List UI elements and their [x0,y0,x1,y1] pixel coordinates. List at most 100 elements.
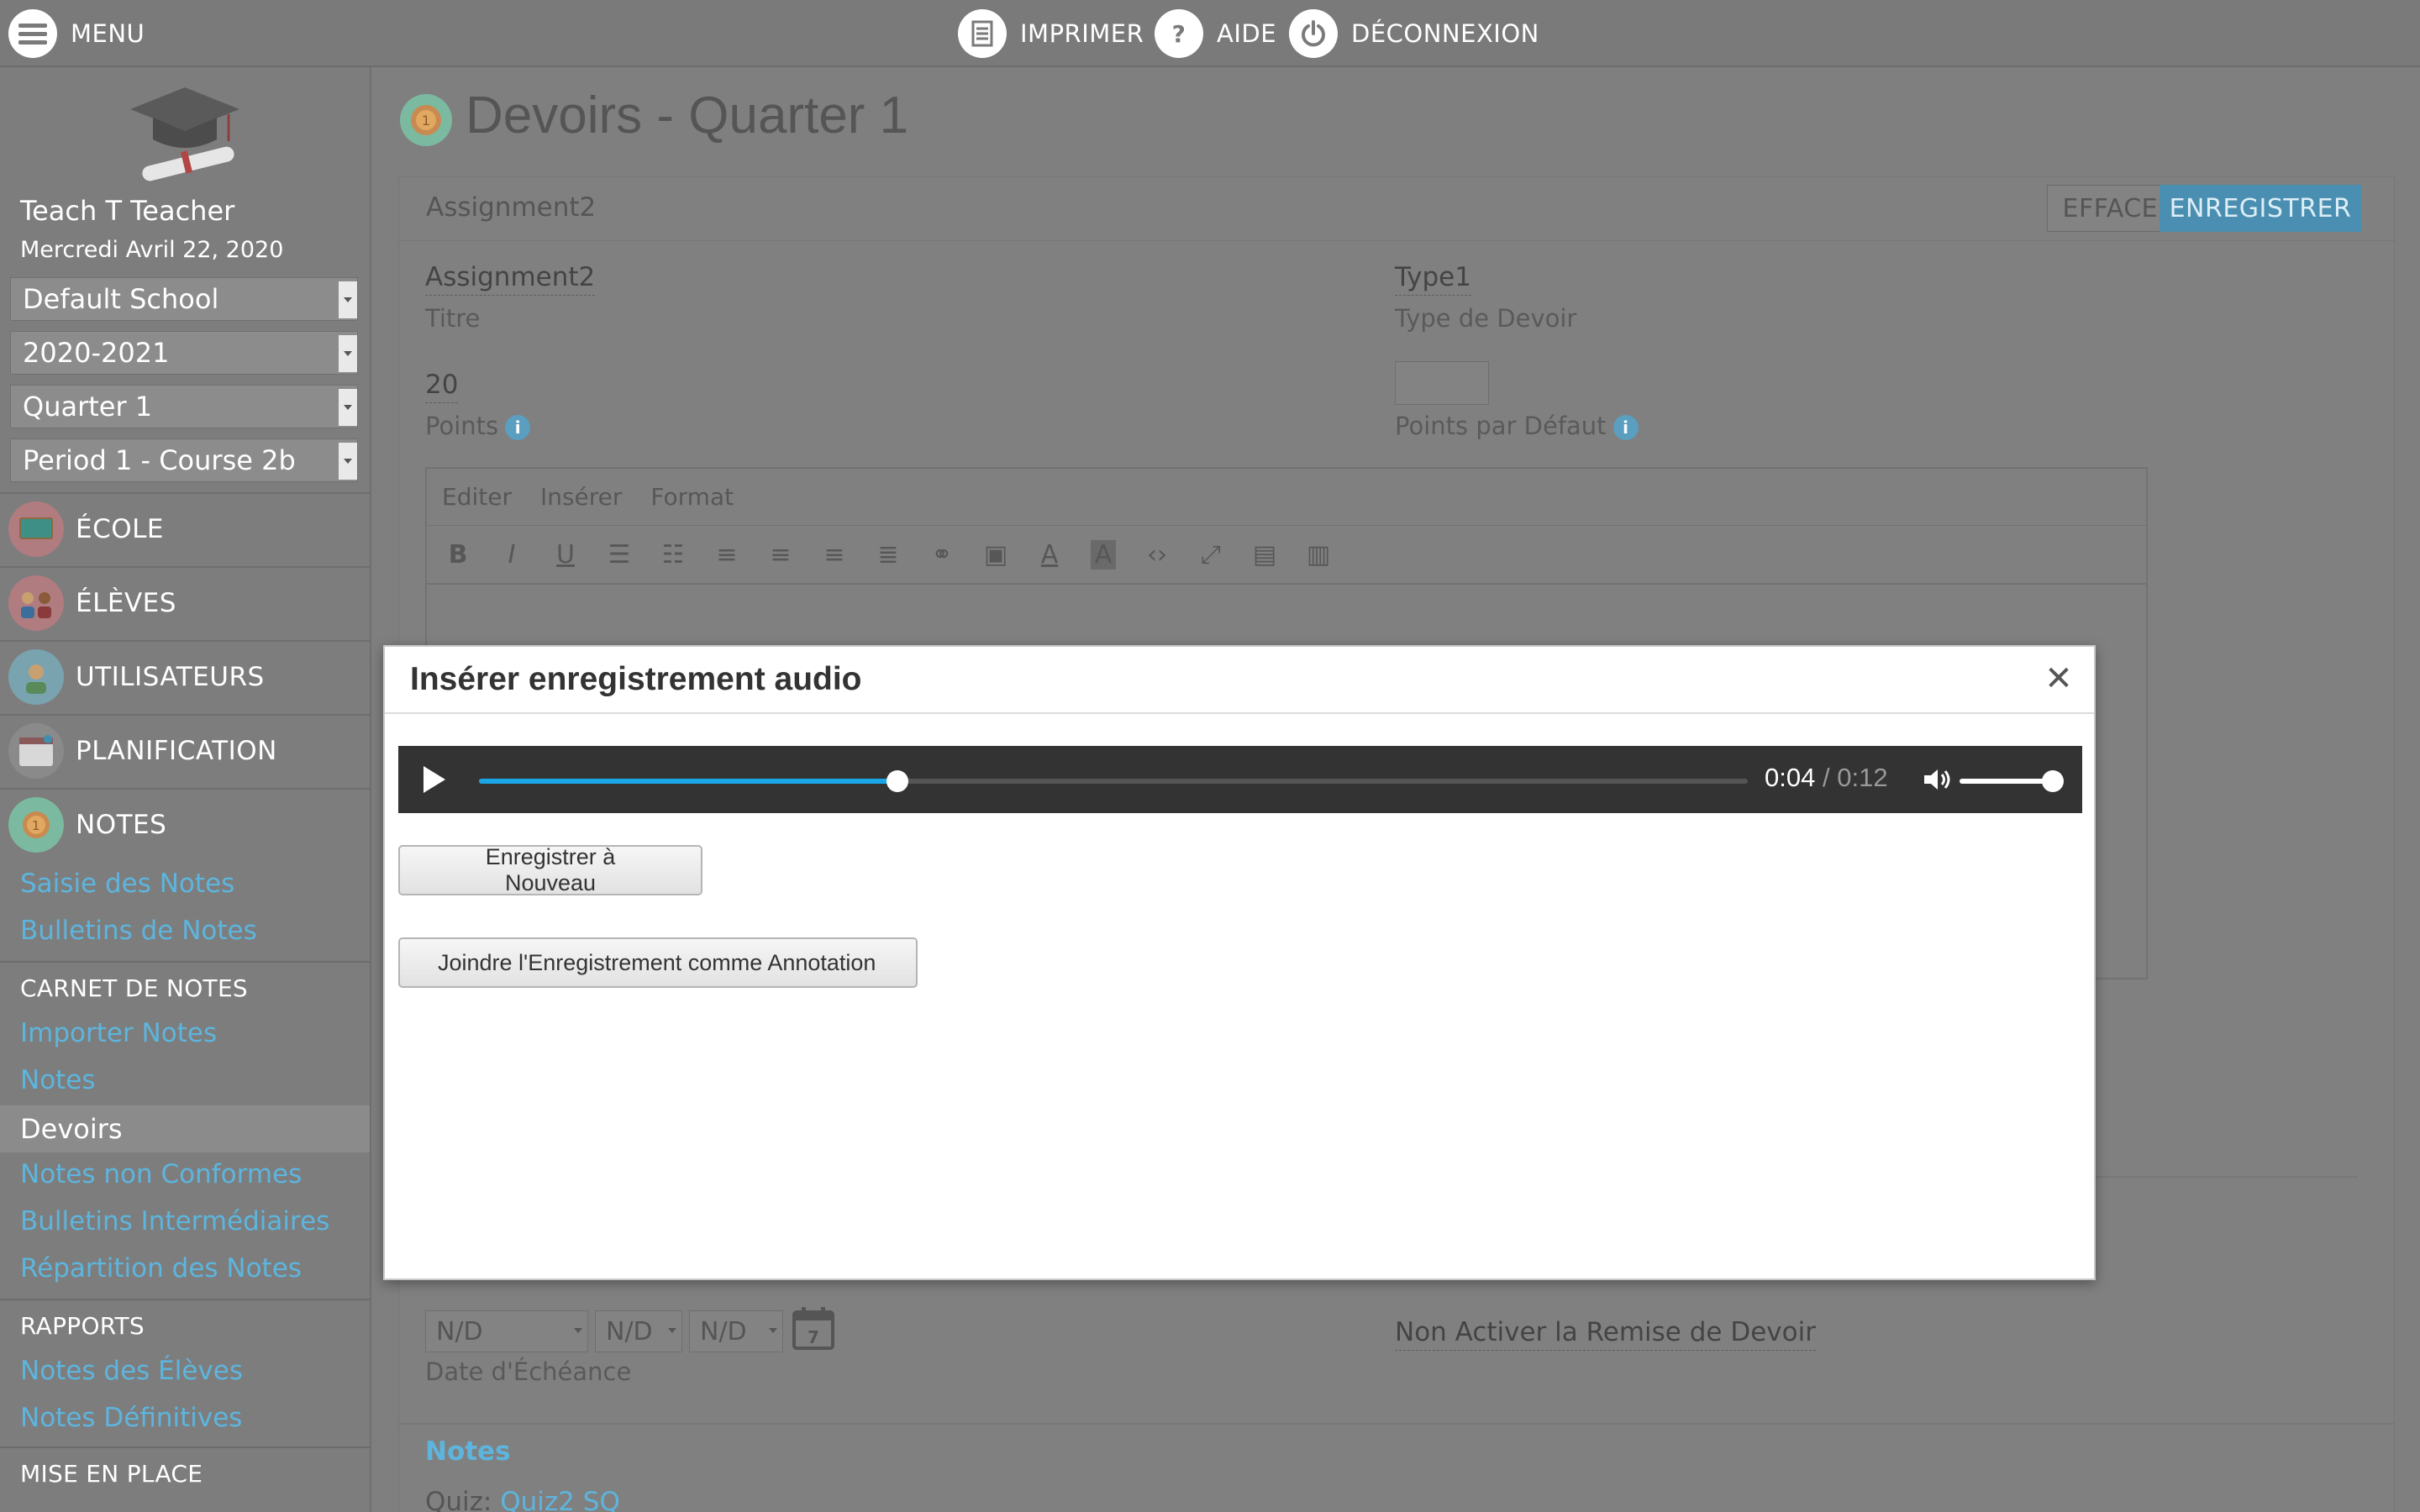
assignments-link-active[interactable]: Devoirs [0,1105,370,1152]
due-month-select[interactable]: N/D [425,1310,588,1352]
duration: 0:12 [1837,763,1888,792]
title-value[interactable]: Assignment2 [425,262,596,296]
period-select[interactable]: Period 1 - Course 2b [10,438,358,482]
print-label: IMPRIMER [1020,19,1144,48]
text-color-icon[interactable]: A [1037,540,1062,570]
sidebar: Teach T Teacher Mercredi Avril 22, 2020 … [0,67,371,1512]
nav-item-planning[interactable]: PLANIFICATION [0,714,370,786]
quiz-link[interactable]: Quiz2 SQ [500,1487,620,1512]
record-again-button[interactable]: Enregistrer à Nouveau [398,844,702,895]
info-icon[interactable]: i [1612,415,1639,440]
print-button[interactable]: IMPRIMER [958,0,1144,67]
progress-reports-link[interactable]: Bulletins Intermédiaires [20,1206,329,1236]
fullscreen-icon[interactable]: ⤢ [1198,540,1223,570]
top-bar: MENU IMPRIMER ? AIDE DÉCONNEXION [0,0,2420,67]
svg-text:1: 1 [422,113,430,129]
code-icon[interactable]: ‹› [1144,540,1170,570]
points-value[interactable]: 20 [425,370,459,403]
align-left-icon[interactable]: ≡ [714,540,739,570]
logout-button[interactable]: DÉCONNEXION [1289,0,1539,67]
default-points-label: Points par Défaut [1395,412,1607,440]
audio-seek-bar[interactable] [479,770,1748,792]
grades-link[interactable]: Notes [20,1065,96,1095]
menu-button[interactable]: MENU [8,0,145,67]
editor-menu-insert[interactable]: Insérer [540,483,622,511]
volume-handle[interactable] [2042,770,2064,792]
submission-toggle[interactable]: Non Activer la Remise de Devoir [1395,1317,1816,1351]
current-time: 0:04 [1765,763,1816,792]
bullet-list-icon[interactable]: ☰ [607,540,632,570]
nav-item-grades[interactable]: 1 NOTES [0,788,370,860]
underline-icon[interactable]: U [553,540,578,570]
insert-audio-icon[interactable]: ▤ [1252,540,1277,570]
calendar-icon [8,723,64,779]
default-points-label-row: Points par Défaut i [1395,412,1639,440]
default-points-input[interactable] [1395,361,1489,405]
medal-icon: 1 [400,94,452,146]
year-select[interactable]: 2020-2021 [10,331,358,375]
grade-entry-link[interactable]: Saisie des Notes [20,869,234,899]
image-icon[interactable]: ▣ [983,540,1008,570]
points-label-row: Points i [425,412,531,440]
notes-section-heading: Notes [425,1436,511,1467]
volume-icon[interactable] [1923,766,1953,796]
due-date-label: Date d'Échéance [425,1357,632,1386]
editor-menu-edit[interactable]: Editer [442,483,512,511]
close-icon[interactable]: ✕ [2042,662,2075,696]
due-year-select[interactable]: N/D [689,1310,783,1352]
seek-handle[interactable] [886,770,909,792]
grade-distribution-link[interactable]: Répartition des Notes [20,1253,302,1284]
nav-item-students[interactable]: ÉLÈVES [0,566,370,638]
title-label: Titre [425,304,481,333]
report-cards-link[interactable]: Bulletins de Notes [20,916,257,946]
user-icon [8,649,64,705]
due-day-select[interactable]: N/D [595,1310,682,1352]
student-grades-link[interactable]: Notes des Élèves [20,1356,243,1386]
gradebook-heading: CARNET DE NOTES [20,974,249,1002]
current-date: Mercredi Avril 22, 2020 [20,237,284,263]
info-icon[interactable]: i [505,415,531,440]
align-center-icon[interactable]: ≡ [768,540,793,570]
editor-toolbar: B I U ☰ ☷ ≡ ≡ ≡ ≣ ⚭ ▣ A A ‹› ⤢ ▤ ▥ [427,526,2146,585]
calendar-day: 7 [808,1327,819,1347]
numbered-list-icon[interactable]: ☷ [660,540,686,570]
final-grades-link[interactable]: Notes Définitives [20,1403,242,1433]
help-label: AIDE [1217,19,1277,48]
divider [0,1299,370,1300]
noncompliant-grades-link[interactable]: Notes non Conformes [20,1159,302,1189]
menu-label: MENU [71,19,145,48]
attach-recording-button[interactable]: Joindre l'Enregistrement comme Annotatio… [398,937,918,988]
school-select-value: Default School [23,283,219,315]
bold-icon[interactable]: B [445,540,471,570]
nav-item-school[interactable]: ÉCOLE [0,492,370,564]
play-icon[interactable] [424,766,445,793]
editor-menu-format[interactable]: Format [650,483,734,511]
chevron-down-icon [339,443,357,480]
time-display: 0:04 / 0:12 [1765,763,1888,793]
divider [0,961,370,963]
justify-icon[interactable]: ≣ [876,540,901,570]
logout-label: DÉCONNEXION [1351,19,1539,48]
svg-text:?: ? [1172,20,1186,48]
term-select[interactable]: Quarter 1 [10,385,358,428]
chevron-down-icon [339,389,357,426]
save-button[interactable]: ENREGISTRER [2160,185,2361,232]
insert-video-icon[interactable]: ▥ [1306,540,1331,570]
nav-label-grades: NOTES [76,810,167,840]
editor-menubar: Editer Insérer Format [427,469,2146,526]
term-select-value: Quarter 1 [23,391,153,423]
help-button[interactable]: ? AIDE [1155,0,1276,67]
school-select[interactable]: Default School [10,277,358,321]
page-title: Devoirs - Quarter 1 [466,87,909,144]
background-color-icon[interactable]: A [1091,539,1116,570]
nav-item-users[interactable]: UTILISATEURS [0,640,370,712]
chevron-down-icon [339,281,357,318]
type-label: Type de Devoir [1395,304,1577,333]
type-value[interactable]: Type1 [1395,262,1471,296]
calendar-icon[interactable]: 7 [792,1305,835,1351]
import-grades-link[interactable]: Importer Notes [20,1018,217,1048]
volume-slider[interactable] [1960,779,2050,784]
link-icon[interactable]: ⚭ [929,540,955,570]
align-right-icon[interactable]: ≡ [822,540,847,570]
italic-icon[interactable]: I [499,540,524,570]
